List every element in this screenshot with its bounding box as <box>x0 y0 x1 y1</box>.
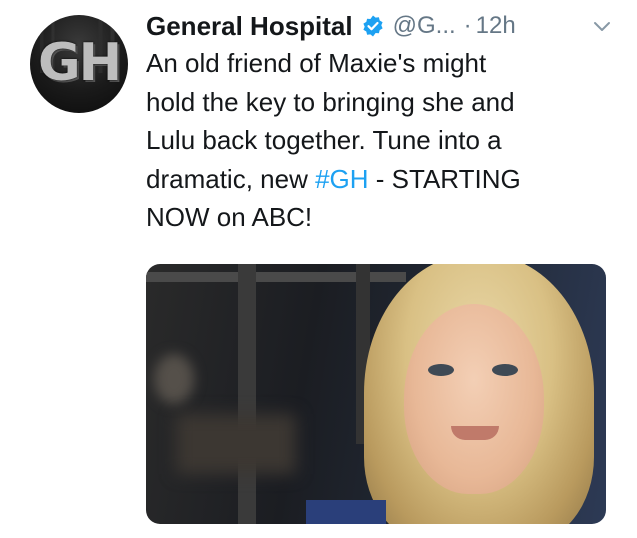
hashtag-link[interactable]: #GH <box>315 164 368 194</box>
tweet-media-image[interactable] <box>146 264 606 524</box>
background-object <box>176 414 296 474</box>
right-eye <box>492 364 518 376</box>
verified-badge-icon <box>361 14 385 38</box>
smile <box>451 426 499 440</box>
background-object <box>154 354 194 404</box>
woman-face <box>404 304 544 494</box>
tweet-header: General Hospital @G... · 12h <box>146 8 617 44</box>
avatar[interactable]: GH <box>30 15 128 113</box>
user-handle[interactable]: @G... <box>393 12 456 40</box>
left-eye <box>428 364 454 376</box>
background-post <box>238 264 256 524</box>
avatar-logo-text: GH <box>38 33 122 93</box>
chevron-down-icon[interactable] <box>593 18 611 36</box>
display-name[interactable]: General Hospital <box>146 11 353 42</box>
tweet-text: An old friend of Maxie's might hold the … <box>146 44 616 237</box>
separator-dot: · <box>463 12 472 39</box>
timestamp[interactable]: 12h <box>476 12 516 40</box>
shirt <box>306 500 386 524</box>
